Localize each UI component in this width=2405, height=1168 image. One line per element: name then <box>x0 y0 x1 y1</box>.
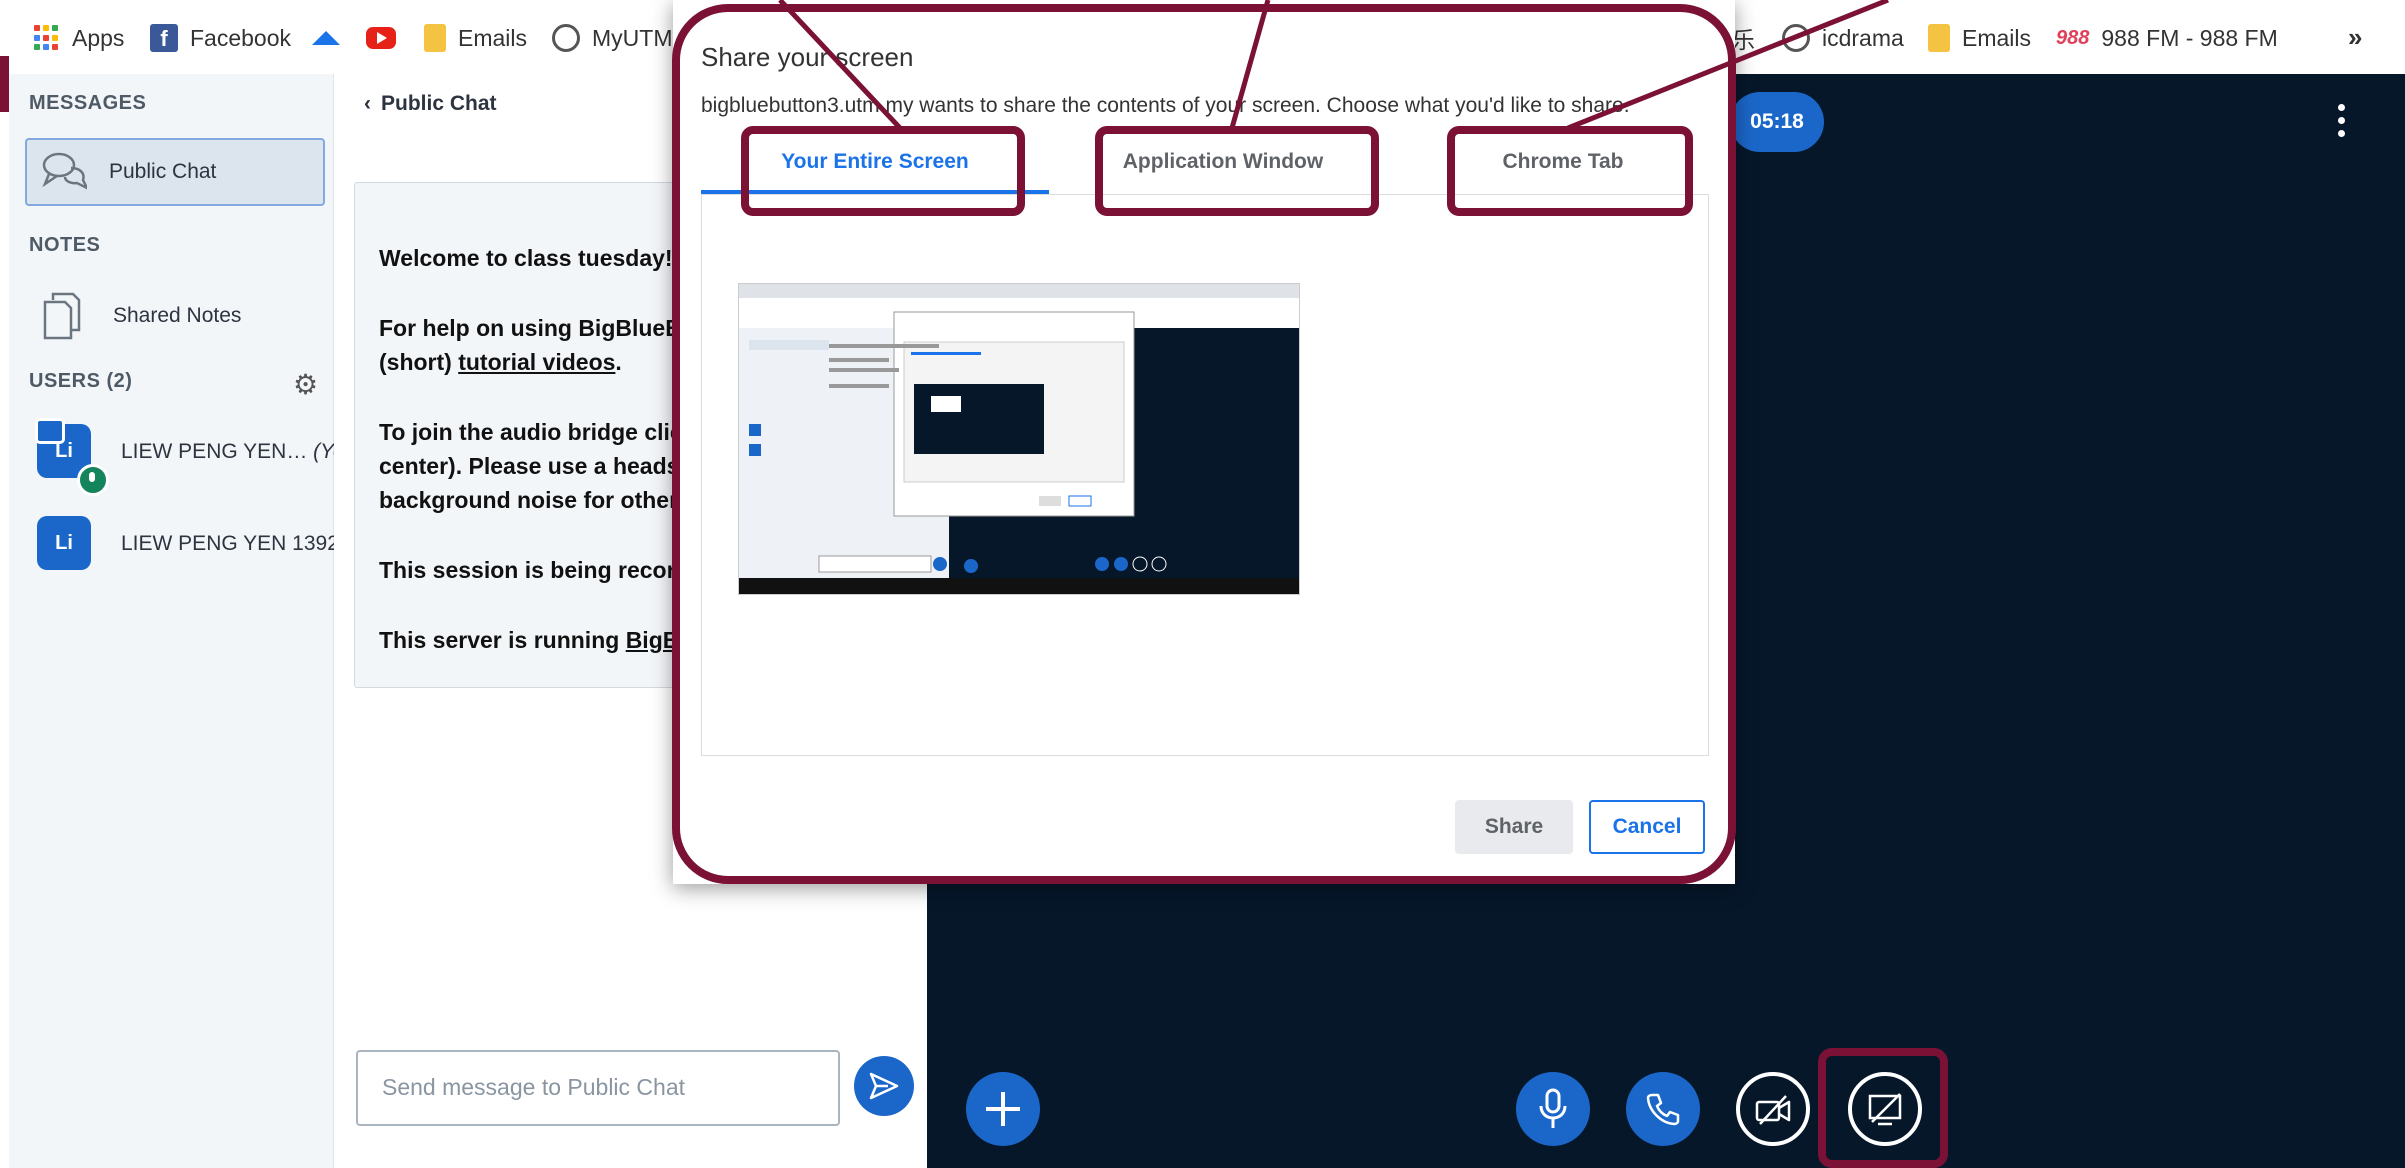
chat-input-placeholder: Send message to Public Chat <box>382 1074 686 1100</box>
chat-bubbles-icon <box>42 152 87 190</box>
bookmark-facebook[interactable]: f Facebook <box>150 18 291 58</box>
welcome-line: To join the audio bridge clic <box>379 419 683 445</box>
bookmark-emails-2-label: Emails <box>1962 24 2032 51</box>
gear-icon[interactable]: ⚙ <box>293 368 318 401</box>
graduation-cap-icon <box>312 31 340 45</box>
apps-grid-icon <box>34 25 60 51</box>
bookmark-apps[interactable]: Apps <box>34 18 124 58</box>
welcome-line: center). Please use a heads <box>379 453 680 479</box>
annotation-chrome-tab-box <box>1447 126 1693 216</box>
bookmark-facebook-label: Facebook <box>190 24 292 51</box>
youtube-icon <box>366 27 396 49</box>
send-icon <box>869 1072 899 1100</box>
actions-plus-button[interactable] <box>966 1072 1040 1146</box>
screen-share-highlight <box>1818 1048 1948 1168</box>
folder-icon <box>424 24 446 52</box>
facebook-icon: f <box>150 24 178 52</box>
welcome-text: . <box>615 349 622 375</box>
user-name-text: LIEW PENG YEN… <box>121 440 308 463</box>
bookmark-emails-label: Emails <box>458 24 528 51</box>
bookmark-emails[interactable]: Emails <box>424 18 527 58</box>
welcome-line: Welcome to class tuesday! <box>379 245 673 271</box>
folder-icon <box>1928 24 1950 52</box>
leave-audio-button[interactable] <box>1626 1072 1700 1146</box>
phone-icon <box>1646 1093 1680 1126</box>
annotation-application-window-box <box>1095 126 1379 216</box>
welcome-line: (short) tutorial videos. <box>379 349 622 376</box>
radio-988-icon: 988 <box>2056 26 2090 49</box>
chevron-left-icon: ‹ <box>364 92 371 115</box>
welcome-line: For help on using BigBlueBu <box>379 315 696 341</box>
microphone-icon <box>1539 1088 1567 1128</box>
user-name: LIEW PENG YEN 13921 <box>121 532 351 555</box>
welcome-text: (short) <box>379 349 459 375</box>
bookmark-radio[interactable]: 988 988 FM - 988 FM <box>2056 18 2278 58</box>
microphone-button[interactable] <box>1516 1072 1590 1146</box>
avatar: Li <box>37 516 91 570</box>
globe-icon <box>1782 24 1810 52</box>
user-list-item[interactable]: Li LIEW PENG YEN… (You) <box>35 418 363 496</box>
notes-heading: NOTES <box>29 234 101 256</box>
bookmark-radio-label: 988 FM - 988 FM <box>2101 24 2278 51</box>
user-list-item[interactable]: Li LIEW PENG YEN 13921 <box>37 516 351 580</box>
recording-timer[interactable]: 05:18 <box>1730 92 1824 152</box>
welcome-text: This server is running <box>379 627 626 653</box>
sidebar: MESSAGES Public Chat NOTES Shared Notes … <box>9 74 363 1168</box>
bookmark-chinese-label: 乐 <box>1732 27 1755 53</box>
annotation-entire-screen-box <box>741 126 1025 216</box>
bookmark-icdrama-label: icdrama <box>1822 24 1904 51</box>
bookmark-apps-label: Apps <box>72 24 125 51</box>
notes-document-icon <box>43 292 81 340</box>
sidebar-item-public-chat[interactable]: Public Chat <box>25 138 325 206</box>
presenter-icon <box>35 418 65 444</box>
options-menu-icon[interactable] <box>2336 104 2346 140</box>
chat-title: Public Chat <box>381 92 497 115</box>
chat-back-link[interactable]: ‹ Public Chat <box>364 92 497 116</box>
welcome-line: This server is running BigBlu <box>379 627 700 654</box>
user-name: LIEW PENG YEN… (You) <box>121 440 363 464</box>
globe-icon <box>552 24 580 52</box>
messages-heading: MESSAGES <box>29 92 147 114</box>
sidebar-item-label: Shared Notes <box>113 304 242 327</box>
sidebar-item-shared-notes[interactable]: Shared Notes <box>29 288 329 344</box>
active-panel-indicator <box>0 56 9 112</box>
sidebar-item-label: Public Chat <box>109 160 217 183</box>
more-bookmarks-button[interactable]: » <box>2348 22 2362 53</box>
microphone-icon <box>77 464 109 496</box>
users-heading: USERS (2) <box>29 370 133 392</box>
bookmark-myutm[interactable]: MyUTM <box>552 18 672 58</box>
bookmark-youtube[interactable] <box>366 18 396 58</box>
send-message-button[interactable] <box>854 1056 914 1116</box>
bookmark-myutm-label: MyUTM <box>592 24 673 51</box>
bookmark-icdrama[interactable]: icdrama <box>1782 18 1904 58</box>
camera-off-icon <box>1755 1095 1791 1125</box>
chat-message-input[interactable]: Send message to Public Chat <box>356 1050 840 1126</box>
bookmark-emails-2[interactable]: Emails <box>1928 18 2031 58</box>
bookmark-graduation[interactable] <box>312 18 340 58</box>
tutorial-videos-link[interactable]: tutorial videos <box>458 349 615 375</box>
welcome-line: This session is being recorde <box>379 557 703 583</box>
webcam-button[interactable] <box>1736 1072 1810 1146</box>
welcome-line: background noise for other <box>379 487 679 513</box>
